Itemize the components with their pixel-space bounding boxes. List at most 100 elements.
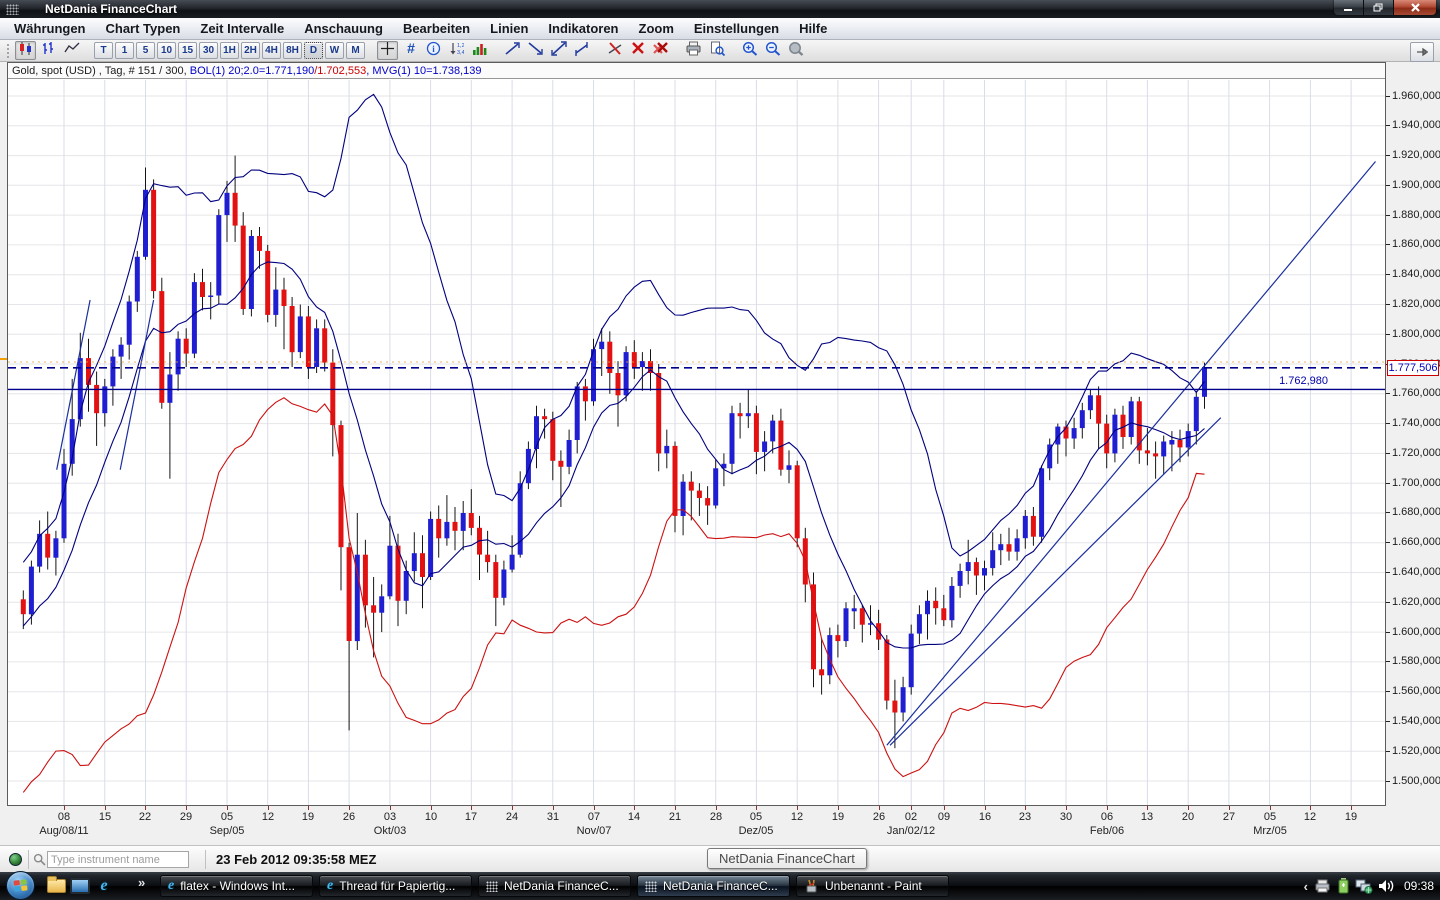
x-axis-label: 30	[1044, 811, 1088, 823]
x-axis-month-label: Aug/08/11	[34, 825, 94, 837]
zoom-in-button[interactable]	[739, 41, 760, 60]
taskbar-button-3[interactable]: NetDania FinanceC...	[478, 875, 631, 897]
printer-tray-icon[interactable]	[1313, 878, 1332, 894]
trendline-both-icon	[551, 41, 567, 61]
menu-item-hilfe[interactable]: Hilfe	[789, 18, 837, 39]
interval-button-8H[interactable]: 8H	[283, 42, 302, 59]
x-axis-label: 23	[1003, 811, 1047, 823]
taskbar-button-2[interactable]: eThread für Papiertig...	[319, 875, 472, 897]
interval-button-15[interactable]: 15	[178, 42, 197, 59]
x-axis-month-label: Nov/07	[564, 825, 624, 837]
interval-button-M[interactable]: M	[346, 42, 365, 59]
menu-item-währungen[interactable]: Währungen	[4, 18, 96, 39]
x-axis-label: 07	[572, 811, 616, 823]
menu-item-zeit-intervalle[interactable]: Zeit Intervalle	[190, 18, 294, 39]
trendline-both-button[interactable]	[548, 41, 569, 60]
menu-item-linien[interactable]: Linien	[480, 18, 538, 39]
info-button[interactable]: i	[423, 41, 444, 60]
interval-button-4H[interactable]: 4H	[262, 42, 281, 59]
interval-button-1[interactable]: 1	[115, 42, 134, 59]
remove-line-button[interactable]	[604, 41, 625, 60]
interval-button-5[interactable]: 5	[136, 42, 155, 59]
crosshair-button[interactable]	[377, 41, 398, 60]
delete-all-button[interactable]	[650, 41, 671, 60]
y-axis-tick	[1386, 215, 1390, 216]
close-button[interactable]	[1394, 0, 1436, 15]
y-axis-tick	[1386, 483, 1390, 484]
start-button[interactable]	[6, 871, 35, 900]
y-axis-label: 1.680,000	[1392, 506, 1438, 519]
volume-tray-icon[interactable]	[1378, 878, 1395, 894]
x-axis-label: 12	[1288, 811, 1332, 823]
internet-explorer-icon: e	[168, 878, 174, 894]
minimize-button[interactable]	[1334, 0, 1364, 15]
y-axis-tick	[1386, 334, 1390, 335]
menu-item-zoom[interactable]: Zoom	[629, 18, 684, 39]
internet-explorer-icon[interactable]: e	[92, 874, 116, 898]
interval-button-1H[interactable]: 1H	[220, 42, 239, 59]
interval-button-10[interactable]: 10	[157, 42, 176, 59]
separator	[28, 850, 29, 869]
network-tray-icon[interactable]	[1355, 878, 1373, 894]
interval-button-2H[interactable]: 2H	[241, 42, 260, 59]
line-chart-button[interactable]	[61, 41, 82, 60]
y-axis-tick	[1386, 393, 1390, 394]
menu-item-chart-typen[interactable]: Chart Typen	[96, 18, 191, 39]
x-axis-tick	[431, 806, 432, 810]
y-axis-label: 1.540,000	[1392, 715, 1438, 728]
candlestick-chart-button[interactable]	[15, 41, 36, 60]
volume-button[interactable]	[469, 41, 490, 60]
trendline-up-button[interactable]	[502, 41, 523, 60]
taskbar-button-label: NetDania FinanceC...	[504, 879, 619, 893]
tray-chevron[interactable]: ‹	[1304, 879, 1308, 894]
x-axis-label: 24	[490, 811, 534, 823]
pin-button[interactable]	[1410, 42, 1434, 62]
menu-item-indikatoren[interactable]: Indikatoren	[538, 18, 628, 39]
menu-item-anschauung[interactable]: Anschauung	[294, 18, 393, 39]
y-axis-label: 1.900,000	[1392, 179, 1438, 192]
interval-button-30[interactable]: 30	[199, 42, 218, 59]
menu-item-einstellungen[interactable]: Einstellungen	[684, 18, 789, 39]
quicklaunch-folder-icon[interactable]	[44, 874, 68, 898]
interval-button-D[interactable]: D	[304, 42, 323, 59]
x-axis-tick	[1147, 806, 1148, 810]
print-button[interactable]	[683, 41, 704, 60]
x-axis-tick	[716, 806, 717, 810]
taskbar-button-5[interactable]: Unbenannt - Paint	[796, 875, 949, 897]
taskbar-button-label: Thread für Papiertig...	[339, 879, 455, 893]
interval-button-T[interactable]: T	[94, 42, 113, 59]
x-axis-tick	[1270, 806, 1271, 810]
zoom-out-button[interactable]	[762, 41, 783, 60]
title-bar[interactable]: NetDania FinanceChart	[0, 0, 1440, 18]
interval-button-W[interactable]: W	[325, 42, 344, 59]
show-desktop-icon[interactable]	[68, 874, 92, 898]
y-axis-label: 1.620,000	[1392, 596, 1438, 609]
x-axis-label: 26	[327, 811, 371, 823]
trendline-segment-button[interactable]	[571, 41, 592, 60]
x-axis-label: 29	[164, 811, 208, 823]
menu-item-bearbeiten[interactable]: Bearbeiten	[393, 18, 480, 39]
trendline-segment-icon	[574, 41, 590, 61]
print-preview-button[interactable]	[706, 41, 727, 60]
taskbar-button-4[interactable]: NetDania FinanceC...	[637, 875, 790, 897]
legend-bollinger-upper: BOL(1) 20;2.0=1.771,190	[190, 65, 314, 77]
ohlc-bar-chart-icon	[41, 41, 56, 61]
x-axis-label: 15	[83, 811, 127, 823]
scale-button[interactable]: 1,23,4	[446, 41, 467, 60]
netdania-financechart-window: NetDania FinanceChart WährungenChart Typ…	[0, 0, 1440, 900]
battery-tray-icon[interactable]	[1337, 878, 1350, 894]
taskbar-clock[interactable]: 09:38	[1404, 879, 1434, 893]
delete-button[interactable]	[627, 41, 648, 60]
x-axis-tick	[471, 806, 472, 810]
restore-button[interactable]	[1364, 0, 1394, 15]
trendline-down-button[interactable]	[525, 41, 546, 60]
instrument-search-input[interactable]	[47, 851, 189, 868]
quicklaunch-overflow-chevron[interactable]: »	[138, 875, 145, 890]
x-axis-label: 13	[1125, 811, 1169, 823]
zoom-box-button[interactable]	[785, 41, 806, 60]
ohlc-bar-chart-button[interactable]	[38, 41, 59, 60]
y-axis-label: 1.940,000	[1392, 119, 1438, 132]
taskbar-button-1[interactable]: eflatex - Windows Int...	[160, 875, 313, 897]
price-plot[interactable]	[8, 80, 1385, 805]
grid-button[interactable]: #	[400, 41, 421, 60]
